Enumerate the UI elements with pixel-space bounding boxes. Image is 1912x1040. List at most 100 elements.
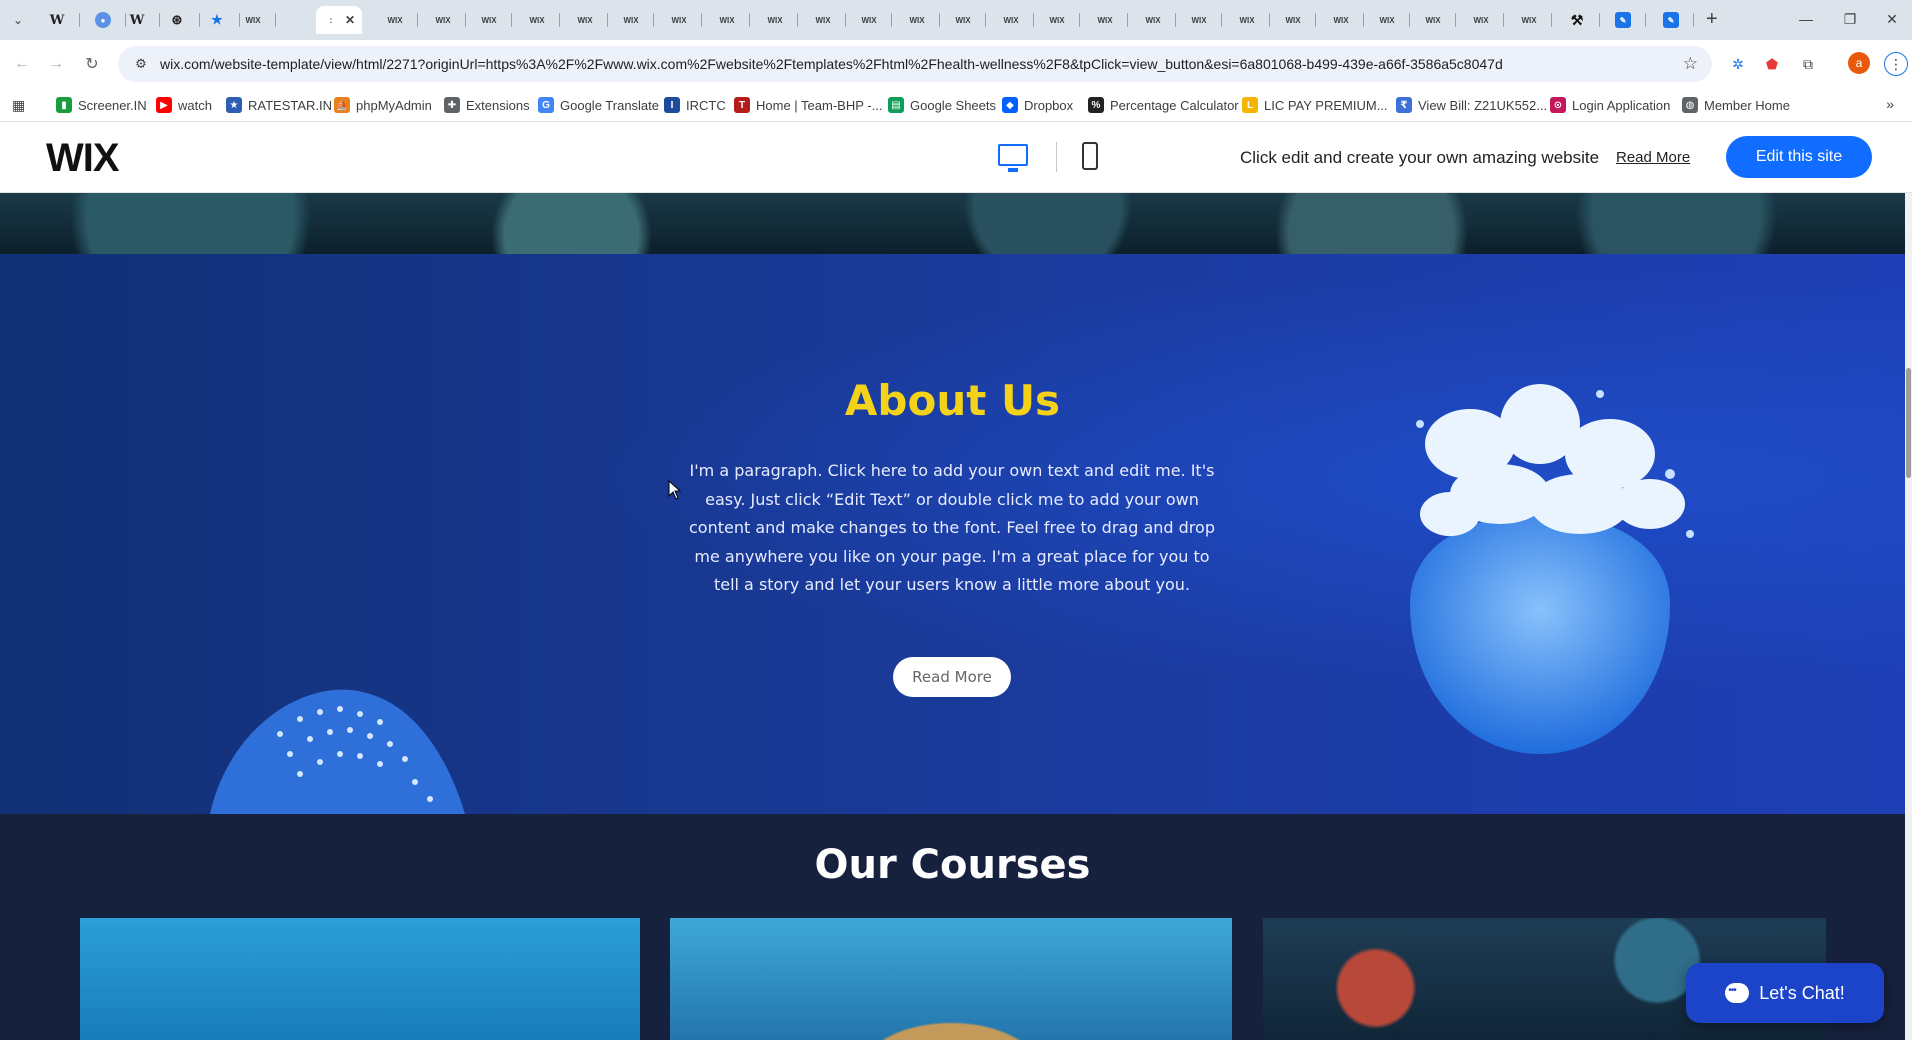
- bookmark-label: LIC PAY PREMIUM...: [1264, 97, 1388, 113]
- forward-arrow-icon[interactable]: →: [44, 52, 68, 76]
- bookmark-item[interactable]: I IRCTC: [664, 96, 726, 114]
- bookmark-label: Google Sheets: [910, 97, 997, 113]
- tab-wix[interactable]: WIX: [1364, 6, 1410, 34]
- translate-icon: G: [538, 97, 554, 113]
- course-card-image[interactable]: [80, 918, 640, 1040]
- wix-icon: WIX: [861, 15, 877, 25]
- tab-wix-active[interactable]: : ✕: [316, 6, 362, 34]
- mobile-view-icon[interactable]: [1082, 142, 1098, 170]
- bookmark-item[interactable]: ▶ watch: [156, 96, 212, 114]
- bookmark-item[interactable]: ✚ Extensions: [444, 96, 530, 114]
- irctc-icon: I: [664, 97, 680, 113]
- edit-site-button[interactable]: Edit this site: [1726, 136, 1872, 178]
- bookmarks-overflow-icon[interactable]: »: [1886, 96, 1894, 112]
- restore-button[interactable]: ❐: [1830, 8, 1870, 30]
- wix-icon: WIX: [767, 15, 783, 25]
- tab-editor-2[interactable]: ✎: [1648, 6, 1694, 34]
- chat-bubble-icon: [1725, 983, 1750, 1003]
- about-paragraph[interactable]: I'm a paragraph. Click here to add your …: [682, 457, 1222, 600]
- bookmark-label: RATESTAR.IN: [248, 97, 333, 113]
- tab-wix[interactable]: WIX: [1034, 6, 1080, 34]
- editor-icon: ✎: [1615, 12, 1631, 28]
- bookmark-item[interactable]: ▤ Google Sheets: [888, 96, 996, 114]
- tab-wix[interactable]: WIX: [1176, 6, 1222, 34]
- url-text[interactable]: wix.com/website-template/view/html/2271?…: [160, 56, 1660, 72]
- tab-wix[interactable]: WIX: [1506, 6, 1552, 34]
- wix-icon: WIX: [955, 15, 971, 25]
- tab-wix[interactable]: WIX: [940, 6, 986, 34]
- reload-icon[interactable]: ↻: [80, 52, 104, 76]
- close-window-button[interactable]: ✕: [1872, 8, 1912, 30]
- tab-wix[interactable]: WIX: [466, 6, 512, 34]
- tab-wix[interactable]: WIX: [1458, 6, 1504, 34]
- scrollbar-thumb[interactable]: [1906, 368, 1911, 478]
- bookmark-item[interactable]: T Home | Team-BHP -...: [734, 96, 882, 114]
- tab-wix[interactable]: WIX: [656, 6, 702, 34]
- lets-chat-button[interactable]: Let's Chat!: [1686, 963, 1884, 1023]
- bookmark-item[interactable]: ★ RATESTAR.IN: [226, 96, 332, 114]
- tab-wix[interactable]: WIX: [1224, 6, 1270, 34]
- tab-wix[interactable]: WIX: [1270, 6, 1316, 34]
- about-read-more-button[interactable]: Read More: [893, 657, 1011, 697]
- bookmark-item[interactable]: G Google Translate: [538, 96, 659, 114]
- address-bar[interactable]: ⚙ wix.com/website-template/view/html/227…: [118, 46, 1712, 82]
- extension-icon[interactable]: ✲: [1726, 52, 1750, 76]
- site-info-icon[interactable]: ⚙: [130, 53, 152, 75]
- shield-extension-icon[interactable]: ⬟: [1760, 52, 1784, 76]
- kebab-menu-icon[interactable]: ⋮: [1884, 52, 1908, 76]
- course-card-image[interactable]: [670, 918, 1232, 1040]
- tab-wix[interactable]: WIX: [372, 6, 418, 34]
- bookmark-item[interactable]: % Percentage Calculator: [1088, 96, 1239, 114]
- tab-wix[interactable]: WIX: [988, 6, 1034, 34]
- bookmark-item[interactable]: ◍ Member Home: [1682, 96, 1790, 114]
- tab-wix[interactable]: WIX: [514, 6, 560, 34]
- wix-icon: WIX: [529, 15, 545, 25]
- tab-wix[interactable]: WIX: [846, 6, 892, 34]
- new-tab-button[interactable]: +: [1706, 8, 1718, 30]
- wix-icon: WIX: [1003, 15, 1019, 25]
- wix-icon: WIX: [909, 15, 925, 25]
- wix-read-more-link[interactable]: Read More: [1616, 149, 1690, 166]
- tab-wix[interactable]: WIX: [230, 6, 276, 34]
- courses-title[interactable]: Our Courses: [0, 842, 1905, 888]
- tab-wix[interactable]: WIX: [1082, 6, 1128, 34]
- wix-logo[interactable]: WIX: [46, 136, 120, 181]
- bookmark-item[interactable]: ⊙ Login Application: [1550, 96, 1670, 114]
- profile-avatar[interactable]: a: [1848, 52, 1870, 74]
- bookmark-item[interactable]: ₹ View Bill: Z21UK552...: [1396, 96, 1547, 114]
- minimize-button[interactable]: —: [1786, 8, 1826, 30]
- page-scrollbar[interactable]: [1905, 193, 1912, 1040]
- desktop-view-icon[interactable]: [998, 144, 1028, 172]
- bookmark-label: Home | Team-BHP -...: [756, 97, 883, 113]
- tab-wix[interactable]: WIX: [420, 6, 466, 34]
- wix-icon: :: [329, 15, 333, 25]
- bookmark-item[interactable]: L LIC PAY PREMIUM...: [1242, 96, 1388, 114]
- puzzle-icon[interactable]: ⧉: [1796, 52, 1820, 76]
- youtube-icon: ▶: [156, 97, 172, 113]
- bookmark-item[interactable]: ▮ Screener.IN: [56, 96, 147, 114]
- tab-wix[interactable]: WIX: [1130, 6, 1176, 34]
- bookmark-star-icon[interactable]: ☆: [1683, 54, 1698, 74]
- tab-wix[interactable]: WIX: [894, 6, 940, 34]
- tab-wix[interactable]: WIX: [704, 6, 750, 34]
- tab-wikipedia[interactable]: W: [34, 6, 80, 34]
- tab-wix[interactable]: WIX: [752, 6, 798, 34]
- about-section: About Us I'm a paragraph. Click here to …: [0, 254, 1905, 814]
- bookmark-item[interactable]: ◆ Dropbox: [1002, 96, 1073, 114]
- tab-wix[interactable]: WIX: [1318, 6, 1364, 34]
- close-tab-icon[interactable]: ✕: [345, 13, 355, 27]
- jellyfish-image: [1410, 384, 1694, 754]
- tab-editor[interactable]: ✎: [1600, 6, 1646, 34]
- tab-wix[interactable]: WIX: [562, 6, 608, 34]
- tab-wix[interactable]: WIX: [608, 6, 654, 34]
- tab-wix[interactable]: WIX: [800, 6, 846, 34]
- tab-tools[interactable]: ⚒: [1554, 6, 1600, 34]
- apps-grid-icon[interactable]: ▦: [12, 97, 25, 114]
- tab-wix[interactable]: WIX: [1410, 6, 1456, 34]
- bar-chart-icon: ▮: [56, 97, 72, 113]
- dropbox-icon: ◆: [1002, 97, 1018, 113]
- back-arrow-icon[interactable]: ←: [10, 52, 34, 76]
- tab-search-chevron-icon[interactable]: ⌄: [8, 10, 28, 30]
- bookmark-item[interactable]: ⛵ phpMyAdmin: [334, 96, 432, 114]
- about-title[interactable]: About Us: [0, 376, 1905, 425]
